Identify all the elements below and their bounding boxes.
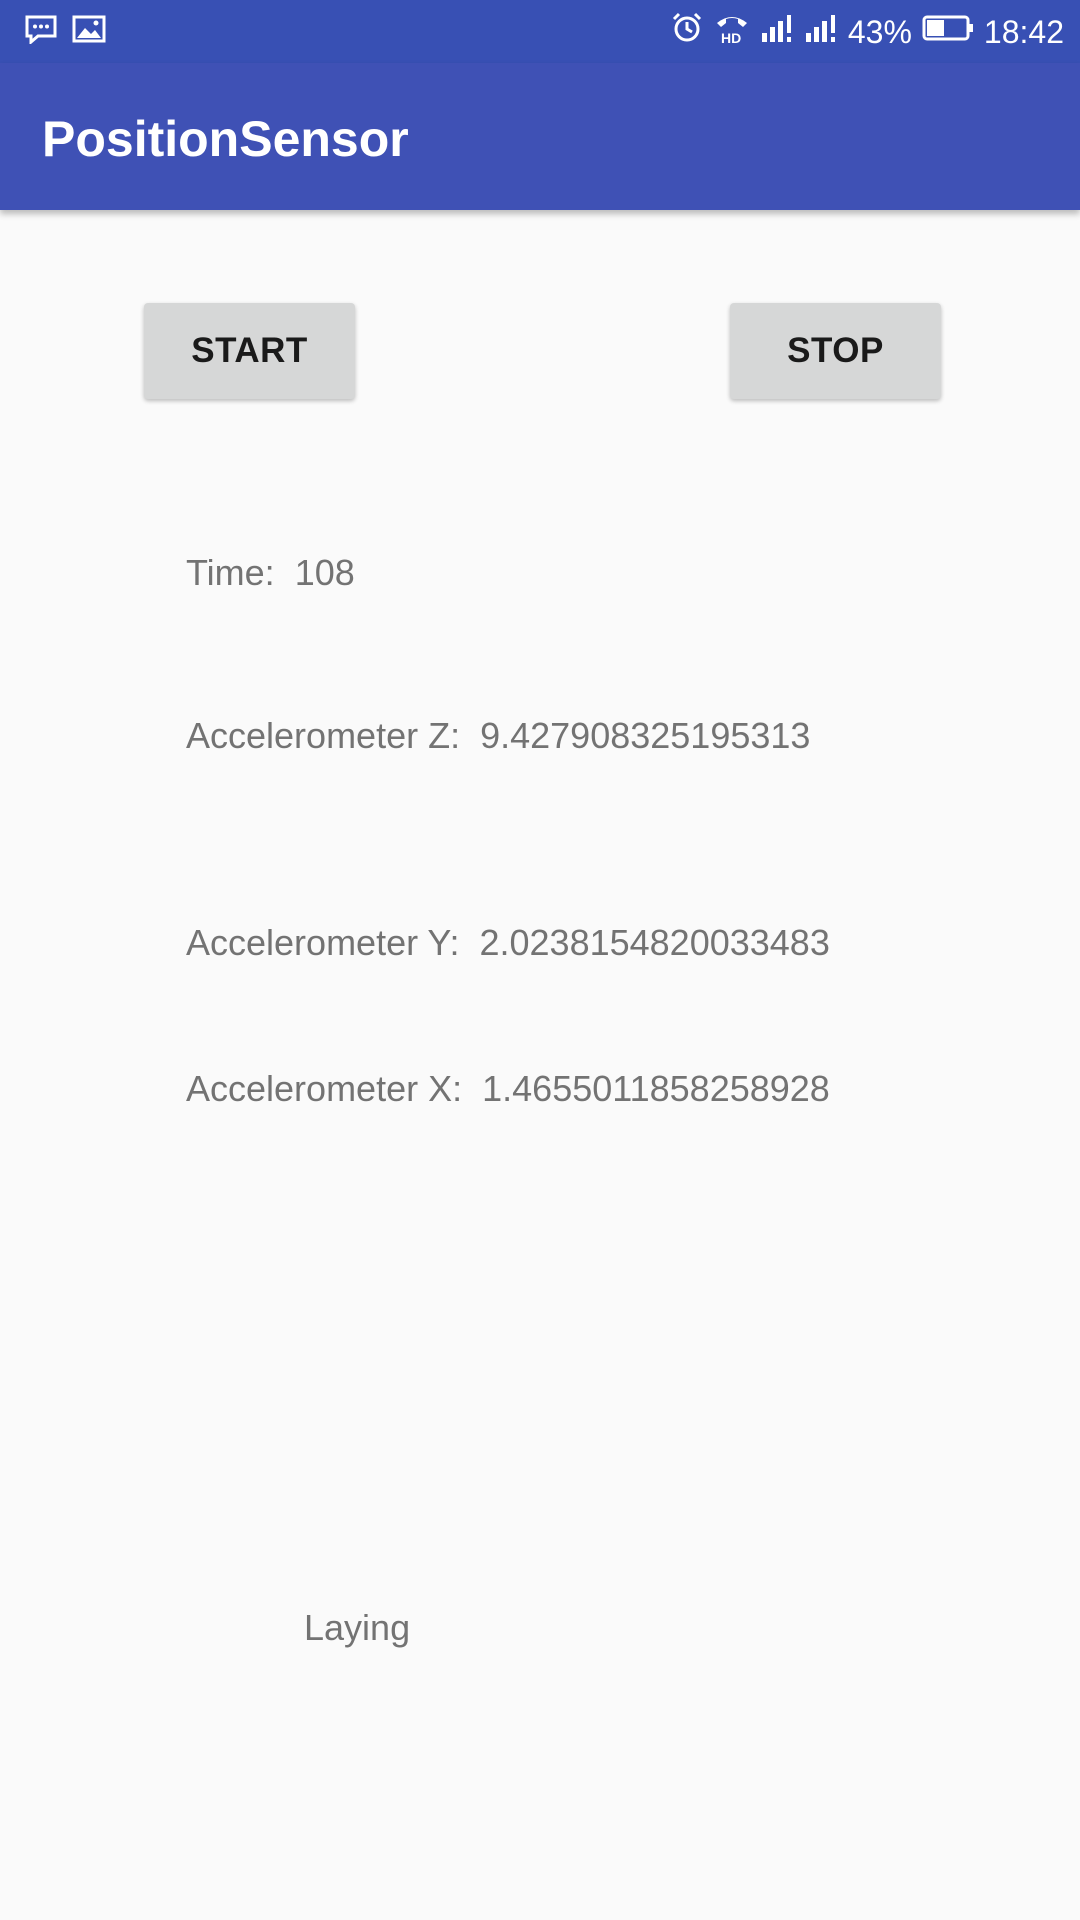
accelerometer-x-value: 1.4655011858258928 xyxy=(482,1068,830,1109)
stop-button[interactable]: STOP xyxy=(730,303,941,399)
start-button[interactable]: START xyxy=(144,303,355,399)
hd-call-icon: HD xyxy=(714,11,750,53)
svg-text:HD: HD xyxy=(721,30,741,45)
accelerometer-y-label: Accelerometer Y: xyxy=(186,922,460,963)
battery-icon xyxy=(922,13,974,51)
accelerometer-z-label: Accelerometer Z: xyxy=(186,715,461,756)
status-time: 18:42 xyxy=(983,14,1064,50)
battery-percent: 43% xyxy=(847,14,912,50)
accelerometer-y-reading: Accelerometer Y: 2.0238154820033483 xyxy=(186,922,830,964)
image-icon xyxy=(72,14,106,49)
accelerometer-x-reading: Accelerometer X: 1.4655011858258928 xyxy=(186,1068,830,1110)
accelerometer-x-label: Accelerometer X: xyxy=(186,1068,463,1109)
alarm-icon xyxy=(670,11,704,53)
accelerometer-z-value: 9.427908325195313 xyxy=(480,715,811,756)
notification-icons xyxy=(24,14,106,49)
app-title: PositionSensor xyxy=(42,111,409,167)
posture-status: Laying xyxy=(304,1607,411,1648)
signal-icon xyxy=(804,13,838,51)
time-label: Time: xyxy=(186,552,275,593)
time-reading: Time: 108 xyxy=(186,552,355,594)
time-value: 108 xyxy=(294,552,355,593)
message-icon xyxy=(24,14,58,49)
accelerometer-y-value: 2.0238154820033483 xyxy=(479,922,830,963)
accelerometer-z-reading: Accelerometer Z: 9.427908325195313 xyxy=(186,715,810,757)
status-bar: HD 43% 18:42 xyxy=(0,0,1080,63)
status-indicators: HD 43% 18:42 xyxy=(670,10,1064,54)
app-bar: PositionSensor xyxy=(0,63,1080,210)
signal-icon xyxy=(760,13,794,51)
